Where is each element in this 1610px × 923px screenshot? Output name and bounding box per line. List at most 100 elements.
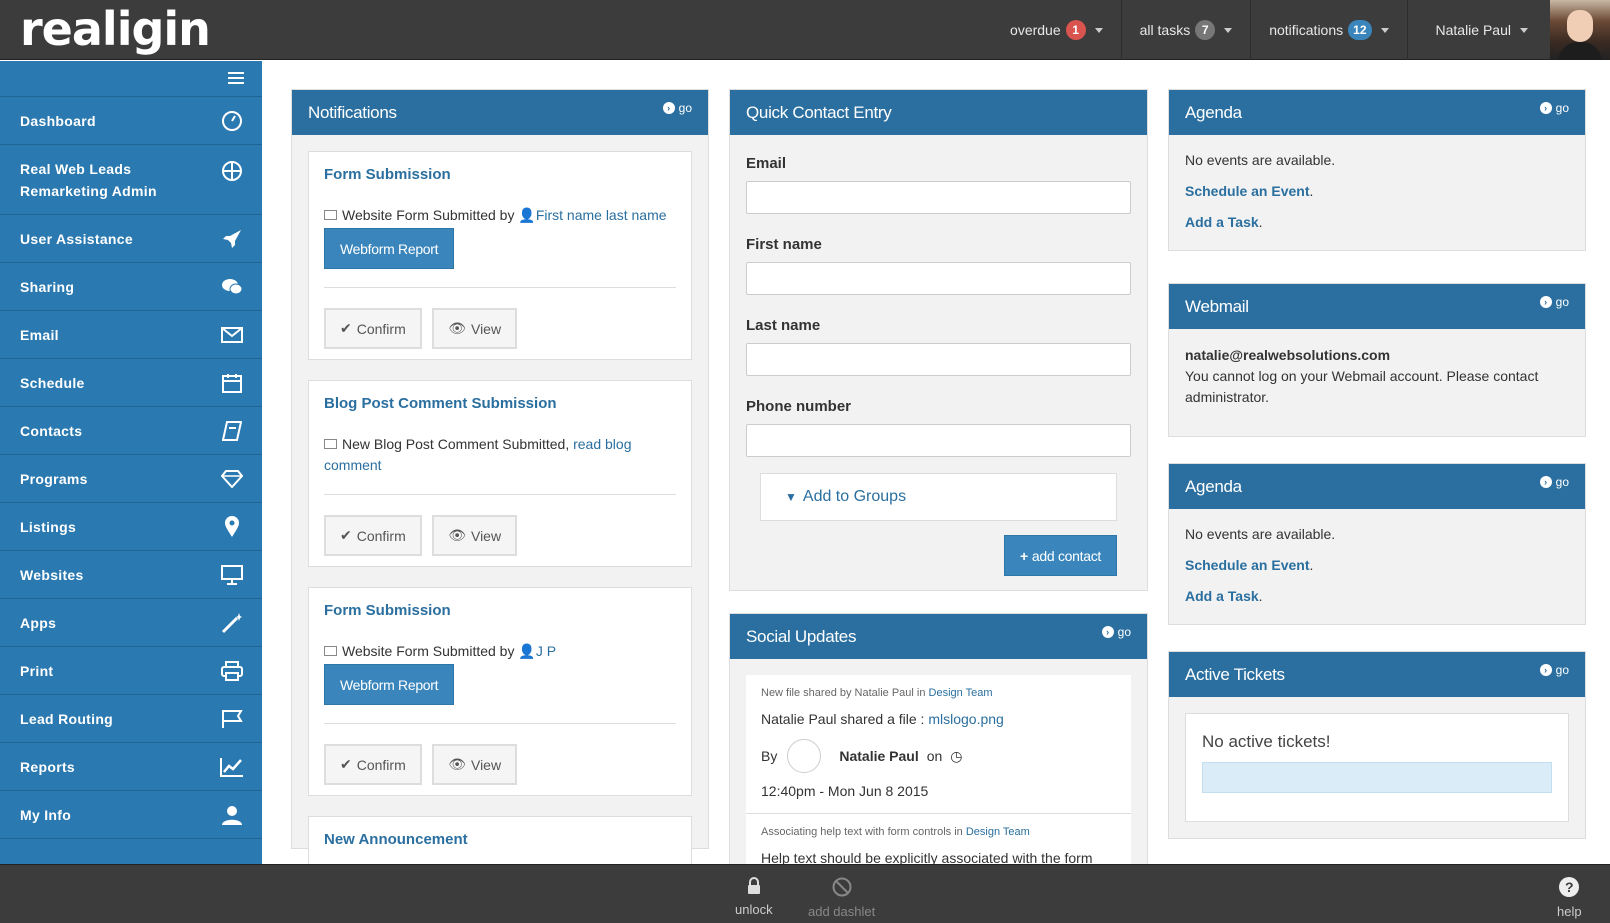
app-logo[interactable]: realigin [20, 2, 211, 56]
panel-title: Active Tickets [1185, 664, 1285, 684]
hamburger-icon [228, 72, 244, 84]
panel-header: Agenda › go [1169, 90, 1585, 135]
sidebar-item-lead-routing[interactable]: Lead Routing [0, 695, 262, 743]
tickets-info-bar [1202, 762, 1552, 793]
arrow-right-icon: › [662, 101, 675, 114]
panel-title: Social Updates [746, 626, 857, 646]
view-button[interactable]: 👁 View [432, 515, 518, 556]
sidebar-item-label: My Info [20, 806, 72, 823]
contact-link[interactable]: 👤J P [518, 643, 556, 659]
arrow-right-icon: › [1101, 625, 1114, 638]
sidebar-item-label: Websites [20, 566, 84, 583]
notification-card: Blog Post Comment Submission New Blog Po… [308, 380, 692, 567]
team-link[interactable]: Design Team [966, 826, 1030, 838]
sidebar-item-print[interactable]: Print [0, 647, 262, 695]
sidebar-item-label: Dashboard [20, 112, 96, 129]
go-link[interactable]: › go [1539, 101, 1569, 115]
social-item: New file shared by Natalie Paul in Desig… [746, 675, 1131, 814]
last-name-field[interactable] [746, 343, 1131, 376]
sidebar-item-label: User Assistance [20, 230, 133, 247]
envelope-icon [220, 323, 244, 347]
notifications-menu[interactable]: notifications 12 [1250, 0, 1406, 60]
social-updates-panel: Social Updates › go New file shared by Na… [729, 613, 1148, 864]
go-link[interactable]: › go [1539, 475, 1569, 489]
go-link[interactable]: › go [1539, 295, 1569, 309]
arrow-right-icon: › [1539, 101, 1552, 114]
webmail-address: natalie@realwebsolutions.com [1185, 347, 1391, 363]
go-link[interactable]: › go [1101, 625, 1131, 639]
sidebar-item-contacts[interactable]: Contacts [0, 407, 262, 455]
webmail-message: You cannot log on your Webmail account. … [1185, 368, 1539, 405]
sidebar-item-websites[interactable]: Websites [0, 551, 262, 599]
crosshair-icon [220, 159, 244, 183]
sidebar-item-reports[interactable]: Reports [0, 743, 262, 791]
caret-down-icon [1520, 27, 1528, 33]
add-task-link[interactable]: Add a Task [1185, 588, 1259, 604]
sidebar-item-label: Print [20, 662, 54, 679]
view-button[interactable]: 👁 View [432, 744, 518, 785]
sidebar-toggle[interactable] [0, 61, 262, 97]
webform-report-button[interactable]: Webform Report [324, 664, 455, 705]
sidebar-item-label: Contacts [20, 422, 83, 439]
sidebar-item-dashboard[interactable]: Dashboard [0, 97, 262, 145]
sidebar-item-label: Sharing [20, 278, 75, 295]
schedule-event-link[interactable]: Schedule an Event [1185, 183, 1309, 199]
webform-report-button[interactable]: Webform Report [324, 228, 455, 269]
card-title: Blog Post Comment Submission [324, 395, 557, 412]
webmail-panel: Webmail › go natalie@realwebsolutions.com… [1168, 283, 1586, 437]
phone-number-field[interactable] [746, 424, 1131, 457]
sidebar-item-sharing[interactable]: Sharing [0, 263, 262, 311]
sidebar-item-listings[interactable]: Listings [0, 503, 262, 551]
panel-header: Active Tickets › go [1169, 652, 1585, 697]
user-avatar[interactable] [1550, 0, 1610, 60]
confirm-button[interactable]: ✔ Confirm [324, 308, 422, 349]
email-label: Email [746, 155, 787, 172]
form-icon [324, 439, 337, 449]
add-task-link[interactable]: Add a Task [1185, 214, 1259, 230]
dashboard-icon [220, 109, 244, 133]
sidebar-item-remarketing-admin[interactable]: Real Web Leads Remarketing Admin [0, 145, 262, 215]
unlock-button[interactable]: unlock [735, 877, 773, 917]
email-field[interactable] [746, 181, 1131, 214]
tasks-badge: 7 [1195, 20, 1216, 40]
tasks-label: all tasks [1139, 22, 1191, 38]
add-to-groups-toggle[interactable]: ▼ Add to Groups [760, 473, 1117, 521]
confirm-button[interactable]: ✔ Confirm [324, 515, 422, 556]
add-dashlet-button[interactable]: add dashlet [808, 877, 875, 919]
last-name-label: Last name [746, 317, 821, 334]
team-link[interactable]: Design Team [929, 687, 993, 699]
first-name-field[interactable] [746, 262, 1131, 295]
sidebar-item-programs[interactable]: Programs [0, 455, 262, 503]
file-link[interactable]: mlslogo.png [928, 711, 1004, 727]
form-icon [324, 646, 337, 656]
view-button[interactable]: 👁 View [432, 308, 518, 349]
add-contact-button[interactable]: + add contact [1004, 535, 1117, 576]
caret-down-icon [1094, 27, 1103, 33]
all-tasks-menu[interactable]: all tasks 7 [1120, 0, 1251, 60]
social-item: Associating help text with form controls… [746, 814, 1131, 864]
flags-icon [220, 707, 244, 731]
sidebar-item-schedule[interactable]: Schedule [0, 359, 262, 407]
overdue-badge: 1 [1065, 20, 1086, 40]
sidebar-item-apps[interactable]: Apps [0, 599, 262, 647]
diamond-icon [220, 467, 244, 491]
schedule-event-link[interactable]: Schedule an Event [1185, 557, 1309, 573]
help-button[interactable]: ? help [1557, 877, 1582, 919]
sidebar-item-user-assistance[interactable]: User Assistance [0, 215, 262, 263]
card-title: New Announcement [324, 831, 468, 848]
go-link[interactable]: › go [1539, 663, 1569, 677]
contact-link[interactable]: 👤First name last name [518, 207, 666, 223]
clock-icon: ◷ [950, 748, 963, 764]
overdue-menu[interactable]: overdue 1 [992, 0, 1121, 60]
sidebar-item-label: Lead Routing [20, 710, 114, 727]
sidebar-item-email[interactable]: Email [0, 311, 262, 359]
confirm-button[interactable]: ✔ Confirm [324, 744, 422, 785]
panel-title: Webmail [1185, 296, 1249, 316]
card-title: Form Submission [324, 602, 451, 619]
notifications-label: notifications [1269, 22, 1344, 38]
panel-header: Notifications › go [292, 90, 708, 135]
go-link[interactable]: › go [662, 101, 692, 115]
panel-title: Quick Contact Entry [746, 102, 892, 122]
user-menu[interactable]: Natalie Paul [1406, 0, 1551, 60]
sidebar-item-my-info[interactable]: My Info [0, 791, 262, 839]
